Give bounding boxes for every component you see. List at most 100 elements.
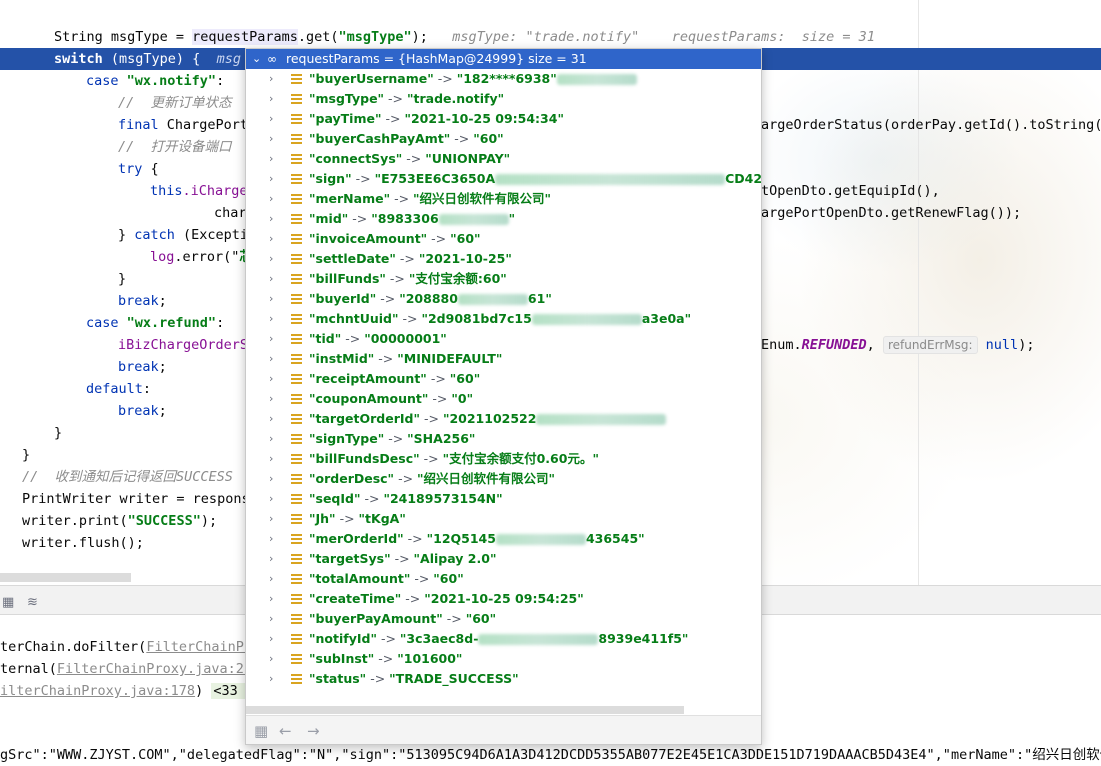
expand-chevron-icon[interactable]: › [269,629,273,649]
map-entry-row[interactable]: › "targetOrderId" -> "2021102522 [246,409,761,429]
source-link[interactable]: FilterChainProxy.java:21 [57,661,252,677]
code-line-1[interactable]: String msgType = requestParams.get("msgT… [0,26,1101,48]
entry-arrow: -> [420,451,443,466]
map-entry-icon [291,214,302,224]
map-entry-row[interactable]: › "notifyId" -> "3c3aec8d- 8939e411f5" [246,629,761,649]
map-entry-row[interactable]: › "buyerUsername" -> "182****6938" [246,69,761,89]
map-entry-row[interactable]: › "receiptAmount" -> "60" [246,369,761,389]
map-entry-row[interactable]: › "billFunds" -> "支付宝余额:60" [246,269,761,289]
map-entry-row[interactable]: › "status" -> "TRADE_SUCCESS" [246,669,761,689]
map-entry-row[interactable]: › "msgType" -> "trade.notify" [246,89,761,109]
entry-arrow: -> [348,211,371,226]
map-entry-row[interactable]: › "orderDesc" -> "绍兴日创软件有限公司" [246,469,761,489]
map-entry-row[interactable]: › "Jh" -> "tKgA" [246,509,761,529]
expand-chevron-icon[interactable]: › [269,389,273,409]
code-text: tOpenDto.getEquipId(), [761,183,940,199]
arrow-separator: -> [437,71,453,86]
expand-chevron-icon[interactable]: › [269,249,273,269]
expand-chevron-icon[interactable]: › [269,189,273,209]
highlighted-variable[interactable]: requestParams [192,29,298,45]
code-text: ); [1018,337,1035,353]
expand-chevron-icon[interactable]: › [269,569,273,589]
map-entry-row[interactable]: › "connectSys" -> "UNIONPAY" [246,149,761,169]
expand-chevron-icon[interactable]: › [269,669,273,689]
expand-chevron-icon[interactable]: › [269,109,273,129]
map-entry-icon [291,654,302,664]
expand-chevron-icon[interactable]: › [269,89,273,109]
map-entry-row[interactable]: › "mid" -> "8983306 " [246,209,761,229]
code-text: argeOrderStatus(orderPay.getId().toStrin… [761,117,1101,133]
map-entry-text: "payTime" -> "2021-10-25 09:54:34" [309,109,564,129]
map-entry-row[interactable]: › "createTime" -> "2021-10-25 09:54:25" [246,589,761,609]
map-entry-row[interactable]: › "merName" -> "绍兴日创软件有限公司" [246,189,761,209]
expand-chevron-icon[interactable]: › [269,169,273,189]
grid-icon[interactable]: ▦ [2,595,14,610]
expand-chevron-icon[interactable]: › [269,489,273,509]
map-entry-icon [291,394,302,404]
map-entry-row[interactable]: › "mchntUuid" -> "2d9081bd7c15 a3e0a" [246,309,761,329]
source-link[interactable]: ilterChainProxy.java:178 [0,683,195,699]
map-entry-row[interactable]: › "buyerCashPayAmt" -> "60" [246,129,761,149]
source-link[interactable]: FilterChainPr [146,639,252,655]
redacted-blur [536,414,667,425]
expand-chevron-icon[interactable]: › [269,229,273,249]
editor-horizontal-scrollbar[interactable] [0,573,131,582]
entry-arrow: -> [443,611,466,626]
expand-chevron-icon[interactable]: › [269,129,273,149]
expand-chevron-icon[interactable]: › [269,649,273,669]
popup-header-row[interactable]: ⌄ ∞ requestParams = {HashMap@24999} size… [246,49,761,69]
expand-chevron-icon[interactable]: › [269,209,273,229]
map-entry-row[interactable]: › "seqId" -> "24189573154N" [246,489,761,509]
expand-chevron-icon[interactable]: › [269,529,273,549]
map-entry-row[interactable]: › "tid" -> "00000001" [246,329,761,349]
expand-chevron-icon[interactable]: › [269,449,273,469]
map-entry-row[interactable]: › "invoiceAmount" -> "60" [246,229,761,249]
map-entry-row[interactable]: › "couponAmount" -> "0" [246,389,761,409]
code-text: (Excepti [174,227,249,243]
expand-chevron-icon[interactable]: › [269,289,273,309]
format-icon[interactable]: ≋ [27,595,38,610]
expand-chevron-icon[interactable]: › [269,509,273,529]
entry-key: "mchntUuid" [309,311,399,326]
map-entry-row[interactable]: › "sign" -> "E753EE6C3650A CD42EC1B267E4C5… [246,169,761,189]
map-entry-row[interactable]: › "buyerId" -> "208880 61" [246,289,761,309]
tree-icon[interactable]: ▦ [254,722,268,740]
map-entry-row[interactable]: › "buyerPayAmount" -> "60" [246,609,761,629]
debug-value-popup[interactable]: ⌄ ∞ requestParams = {HashMap@24999} size… [245,48,762,745]
popup-horizontal-scrollbar[interactable] [246,706,684,714]
entry-arrow: -> [386,271,409,286]
back-arrow-icon[interactable]: ← [279,722,292,740]
expand-chevron-icon[interactable]: › [269,429,273,449]
expand-chevron-icon[interactable]: › [269,309,273,329]
map-entry-row[interactable]: › "signType" -> "SHA256" [246,429,761,449]
map-entry-row[interactable]: › "payTime" -> "2021-10-25 09:54:34" [246,109,761,129]
forward-arrow-icon[interactable]: → [307,722,320,740]
expand-chevron-icon[interactable]: › [269,349,273,369]
chevron-down-icon[interactable]: ⌄ [252,49,261,69]
map-entry-row[interactable]: › "targetSys" -> "Alipay 2.0" [246,549,761,569]
expand-chevron-icon[interactable]: › [269,269,273,289]
expand-chevron-icon[interactable]: › [269,69,273,89]
map-entry-row[interactable]: › "subInst" -> "101600" [246,649,761,669]
expand-chevron-icon[interactable]: › [269,149,273,169]
entry-key: "billFundsDesc" [309,451,420,466]
expand-chevron-icon[interactable]: › [269,549,273,569]
map-entry-row[interactable]: › "settleDate" -> "2021-10-25" [246,249,761,269]
entry-key: "notifyId" [309,631,377,646]
entry-key: "buyerCashPayAmt" [309,131,451,146]
expand-chevron-icon[interactable]: › [269,409,273,429]
code-text: : [216,73,225,89]
map-entry-row[interactable]: › "instMid" -> "MINIDEFAULT" [246,349,761,369]
string-literal: "wx.refund" [126,315,217,331]
map-entry-row[interactable]: › "merOrderId" -> "12Q5145 436545" [246,529,761,549]
expand-chevron-icon[interactable]: › [269,469,273,489]
expand-chevron-icon[interactable]: › [269,589,273,609]
expand-chevron-icon[interactable]: › [269,329,273,349]
keyword: break [118,403,159,419]
map-entry-row[interactable]: › "totalAmount" -> "60" [246,569,761,589]
map-entry-row[interactable]: › "billFundsDesc" -> "支付宝余额支付0.60元。" [246,449,761,469]
entry-value: "SHA256" [407,431,476,446]
entry-arrow: -> [450,131,473,146]
expand-chevron-icon[interactable]: › [269,609,273,629]
expand-chevron-icon[interactable]: › [269,369,273,389]
